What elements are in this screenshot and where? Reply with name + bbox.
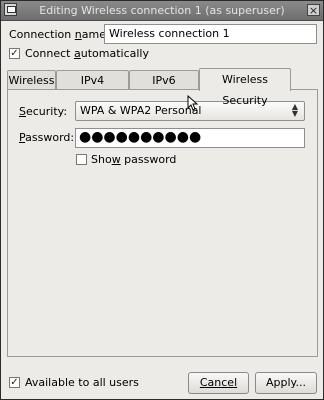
- window-menu-icon[interactable]: [4, 3, 17, 16]
- connect-automatically-label[interactable]: Connect automatically: [25, 47, 149, 60]
- apply-button-label: Apply...: [266, 376, 306, 389]
- password-input[interactable]: ●●●●●●●●●●: [75, 128, 305, 148]
- connection-editor-window: Editing Wireless connection 1 (as superu…: [0, 0, 324, 400]
- security-label: Security:: [19, 105, 68, 118]
- window-title: Editing Wireless connection 1 (as superu…: [39, 4, 285, 17]
- show-password-label[interactable]: Show password: [91, 153, 176, 166]
- cancel-button[interactable]: Cancel: [188, 372, 249, 394]
- combo-arrows-icon: ▲ ▼: [291, 102, 299, 118]
- connection-name-label: Connection name:: [9, 28, 110, 41]
- close-icon[interactable]: ×: [307, 4, 320, 17]
- available-to-all-users-checkbox[interactable]: [9, 377, 20, 388]
- tab-wireless-security[interactable]: Wireless Security: [199, 68, 291, 107]
- cancel-button-label: Cancel: [199, 376, 238, 389]
- connect-automatically-checkbox[interactable]: [9, 48, 20, 59]
- security-selected-value: WPA & WPA2 Personal: [80, 104, 202, 117]
- connection-name-input[interactable]: Wireless connection 1: [104, 24, 317, 44]
- password-label: Password:: [19, 131, 75, 144]
- tab-ipv6-settings[interactable]: IPv6 Settings: [129, 70, 199, 106]
- tab-ipv4-settings[interactable]: IPv4 Settings: [56, 70, 129, 106]
- apply-button[interactable]: Apply...: [255, 372, 317, 394]
- show-password-checkbox[interactable]: [76, 154, 87, 165]
- mouse-pointer-icon: [187, 95, 199, 111]
- tab-wireless[interactable]: Wireless: [7, 70, 56, 90]
- title-bar[interactable]: Editing Wireless connection 1 (as superu…: [1, 1, 323, 21]
- tab-bar: Wireless IPv4 Settings IPv6 Settings Wir…: [7, 68, 319, 107]
- available-to-all-users-label[interactable]: Available to all users: [25, 376, 139, 389]
